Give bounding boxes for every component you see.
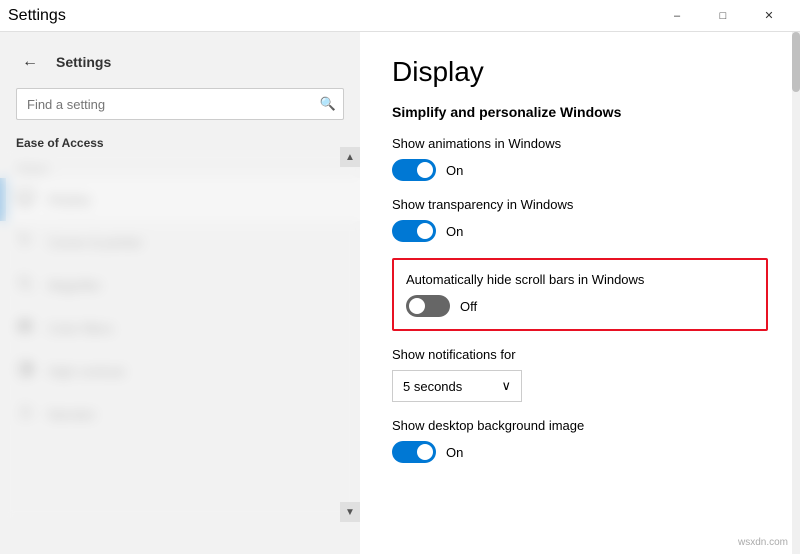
auto-hide-scrollbars-box: Automatically hide scroll bars in Window…: [392, 258, 768, 331]
sidebar-scroll-up[interactable]: ▲: [340, 147, 360, 167]
show-animations-setting: Show animations in Windows On: [392, 136, 768, 181]
close-button[interactable]: ✕: [746, 0, 792, 32]
desktop-bg-knob: [417, 444, 433, 460]
show-animations-toggle-row: On: [392, 159, 768, 181]
main-content: Display Simplify and personalize Windows…: [360, 32, 800, 554]
sidebar-app-title: Settings: [56, 54, 111, 70]
minimize-button[interactable]: –: [654, 0, 700, 32]
chevron-down-icon: ∨: [501, 378, 511, 394]
search-icon: 🔍: [320, 96, 336, 112]
desktop-bg-setting: Show desktop background image On: [392, 418, 768, 463]
page-title: Display: [392, 56, 768, 88]
desktop-bg-toggle-row: On: [392, 441, 768, 463]
back-button[interactable]: ←: [16, 48, 44, 76]
main-scrollbar[interactable]: [792, 32, 800, 554]
auto-hide-scrollbars-toggle-row: Off: [406, 295, 754, 317]
notifications-setting: Show notifications for 5 seconds ∨: [392, 347, 768, 402]
search-input[interactable]: [16, 88, 344, 120]
show-transparency-knob: [417, 223, 433, 239]
show-animations-label: Show animations in Windows: [392, 136, 768, 151]
desktop-bg-label: Show desktop background image: [392, 418, 768, 433]
show-transparency-label: Show transparency in Windows: [392, 197, 768, 212]
auto-hide-scrollbars-state: Off: [460, 299, 477, 314]
auto-hide-scrollbars-knob: [409, 298, 425, 314]
title-bar-title: Settings: [8, 7, 66, 25]
title-bar: Settings – □ ✕: [0, 0, 800, 32]
sidebar-blur-overlay: [0, 147, 360, 522]
show-transparency-setting: Show transparency in Windows On: [392, 197, 768, 242]
watermark: wsxdn.com: [738, 537, 788, 548]
sidebar-scroll-down[interactable]: ▼: [340, 502, 360, 522]
show-transparency-toggle[interactable]: [392, 220, 436, 242]
desktop-bg-toggle[interactable]: [392, 441, 436, 463]
notifications-label: Show notifications for: [392, 347, 768, 362]
show-transparency-state: On: [446, 224, 463, 239]
app-body: ← Settings 🔍 Ease of Access Vision: [0, 32, 800, 554]
sidebar-header: ← Settings: [0, 32, 360, 84]
notifications-dropdown[interactable]: 5 seconds ∨: [392, 370, 522, 402]
title-bar-controls: – □ ✕: [654, 0, 792, 32]
show-animations-knob: [417, 162, 433, 178]
section-title: Simplify and personalize Windows: [392, 104, 768, 120]
search-box: 🔍: [16, 88, 344, 120]
maximize-button[interactable]: □: [700, 0, 746, 32]
notifications-dropdown-value: 5 seconds: [403, 379, 462, 394]
show-animations-toggle[interactable]: [392, 159, 436, 181]
auto-hide-scrollbars-setting: Automatically hide scroll bars in Window…: [406, 272, 754, 317]
title-bar-left: Settings: [8, 7, 66, 25]
auto-hide-scrollbars-label: Automatically hide scroll bars in Window…: [406, 272, 754, 287]
show-animations-state: On: [446, 163, 463, 178]
show-transparency-toggle-row: On: [392, 220, 768, 242]
desktop-bg-state: On: [446, 445, 463, 460]
sidebar: ← Settings 🔍 Ease of Access Vision: [0, 32, 360, 554]
auto-hide-scrollbars-toggle[interactable]: [406, 295, 450, 317]
main-scrollbar-thumb[interactable]: [792, 32, 800, 92]
